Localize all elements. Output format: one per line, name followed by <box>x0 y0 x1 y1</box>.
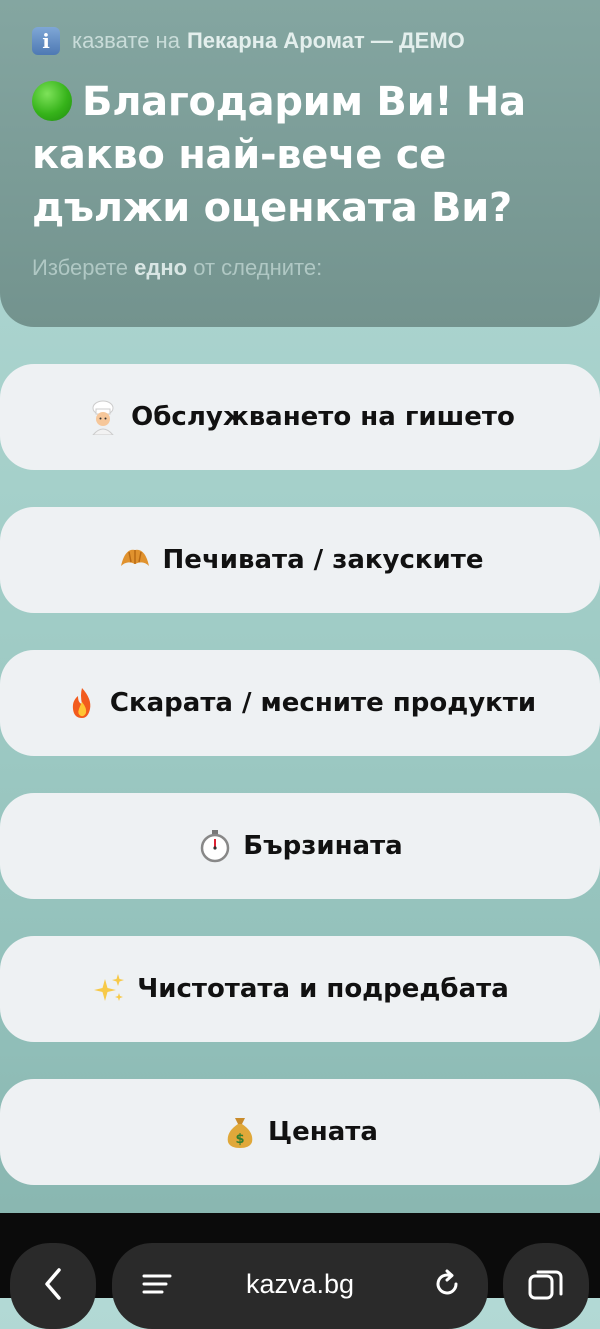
option-label: Цената <box>268 1117 378 1147</box>
business-prefix: казвате на <box>72 28 180 53</box>
instruction-part: от следните: <box>193 255 323 280</box>
svg-text:$: $ <box>236 1132 245 1147</box>
option-label: Чистотата и подредбата <box>137 974 509 1004</box>
header-panel: i казвате на Пекарна Аромат — ДЕМО Благо… <box>0 0 600 327</box>
browser-toolbar: kazva.bg <box>0 1213 600 1329</box>
tabs-icon <box>527 1267 565 1310</box>
reload-icon[interactable] <box>432 1269 462 1304</box>
croissant-icon <box>117 542 153 578</box>
instruction-text: Изберете едно от следните: <box>32 255 568 281</box>
cook-icon <box>85 399 121 435</box>
option-label: Печивата / закуските <box>162 545 484 575</box>
option-grill[interactable]: Скарата / месните продукти <box>0 650 600 756</box>
option-counter-service[interactable]: Обслужването на гишето <box>0 364 600 470</box>
stopwatch-icon <box>197 828 233 864</box>
sparkles-icon <box>91 971 127 1007</box>
option-label: Обслужването на гишето <box>131 402 515 432</box>
option-pastries[interactable]: Печивата / закуските <box>0 507 600 613</box>
business-line: i казвате на Пекарна Аромат — ДЕМО <box>32 26 568 56</box>
green-circle-icon <box>32 81 72 121</box>
fire-icon <box>64 685 100 721</box>
tabs-button[interactable] <box>503 1243 589 1329</box>
option-label: Скарата / месните продукти <box>109 688 537 718</box>
business-name: Пекарна Аромат — ДЕМО <box>186 28 465 53</box>
option-label: Бързината <box>243 831 403 861</box>
back-button[interactable] <box>10 1243 96 1329</box>
page-title: Благодарим Ви! На какво най-вече се дълж… <box>32 76 568 235</box>
option-speed[interactable]: Бързината <box>0 793 600 899</box>
address-bar[interactable]: kazva.bg <box>112 1243 488 1329</box>
title-text: Благодарим Ви! На какво най-вече се дълж… <box>32 79 526 231</box>
money-bag-icon: $ <box>222 1114 258 1150</box>
instruction-part: Изберете <box>32 255 129 280</box>
instruction-emphasis: едно <box>134 255 188 280</box>
option-cleanliness[interactable]: Чистотата и подредбата <box>0 936 600 1042</box>
option-price[interactable]: $ Цената <box>0 1079 600 1185</box>
back-arrow-icon <box>42 1267 64 1306</box>
info-icon[interactable]: i <box>32 27 60 55</box>
options-list: Обслужването на гишето Печивата / закуск… <box>0 364 600 1222</box>
